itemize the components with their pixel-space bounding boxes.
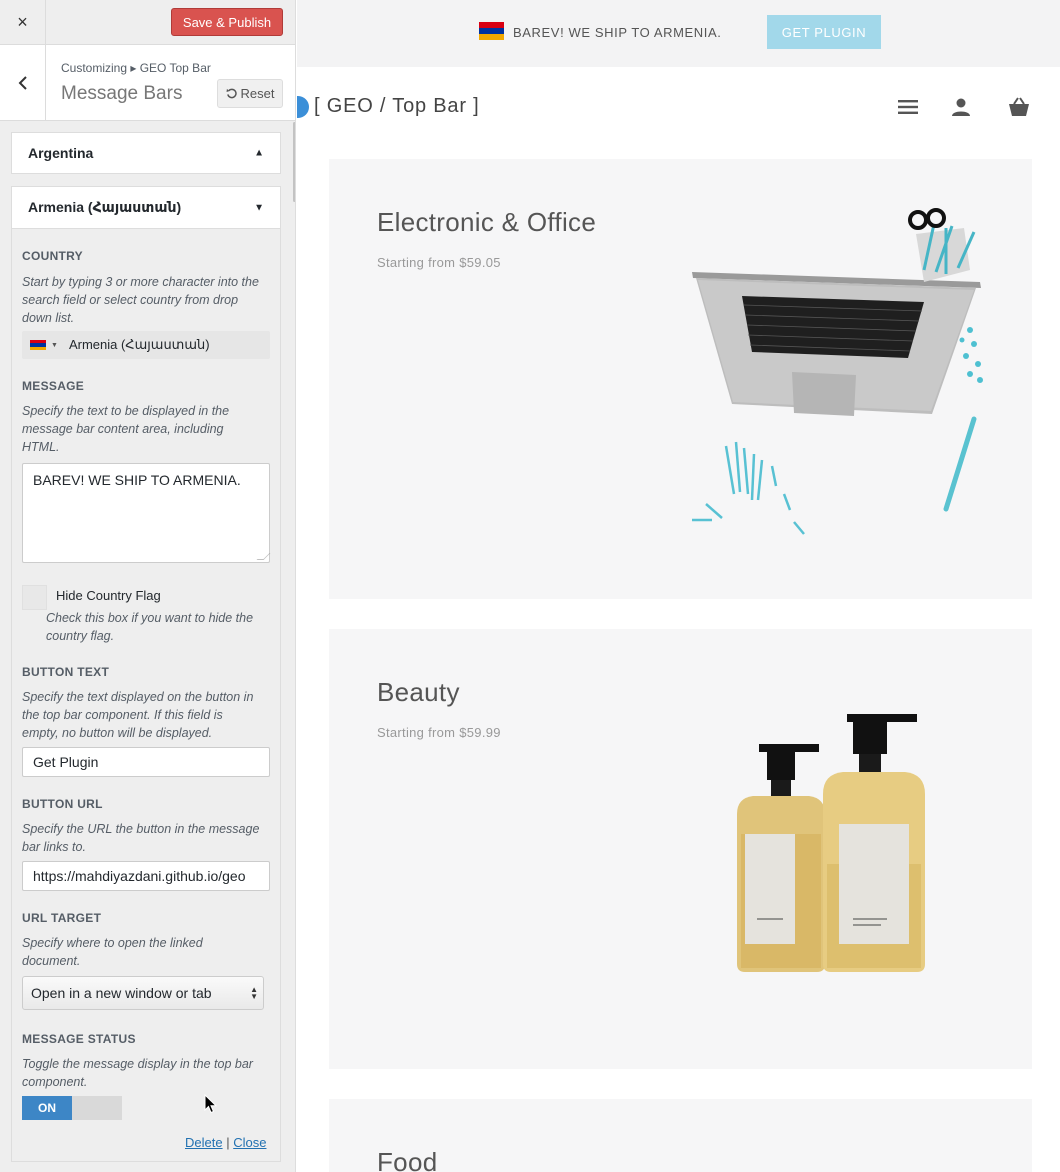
sidebar-scrollbar[interactable]	[293, 122, 295, 202]
accordion-title: Argentina	[28, 145, 94, 161]
button-url-value: https://mahdiyazdani.github.io/geo	[33, 868, 246, 884]
message-status-label: MESSAGE STATUS	[22, 1032, 136, 1046]
accordion-armenia[interactable]: Armenia (Հայաստան) ▼	[11, 186, 281, 229]
armenia-flag-icon	[30, 339, 46, 351]
card-title: Food	[377, 1147, 438, 1172]
accordion-actions: Delete | Close	[185, 1135, 266, 1150]
message-status-toggle[interactable]: ON	[22, 1096, 122, 1120]
caret-down-icon: ▼	[51, 341, 58, 349]
button-url-label: BUTTON URL	[22, 797, 103, 811]
toggle-on-label: ON	[22, 1096, 72, 1120]
basket-icon[interactable]	[1007, 95, 1031, 119]
country-select[interactable]: ▼ Armenia (Հայաստան)	[22, 331, 270, 359]
button-url-description: Specify the URL the button in the messag…	[22, 822, 260, 854]
category-card-beauty[interactable]: Beauty Starting from $59.99	[329, 629, 1032, 1069]
category-card-food[interactable]: Food	[329, 1099, 1032, 1172]
message-status-description: Toggle the message display in the top ba…	[22, 1057, 253, 1089]
country-value: Armenia (Հայաստան)	[68, 337, 210, 352]
armenia-flag-icon	[479, 22, 504, 40]
url-target-label: URL TARGET	[22, 911, 102, 925]
category-card-electronics[interactable]: Electronic & Office Starting from $59.05	[329, 159, 1032, 599]
button-text-label: BUTTON TEXT	[22, 665, 110, 679]
separator: |	[226, 1135, 230, 1150]
geo-top-bar: BAREV! WE SHIP TO ARMENIA. GET PLUGIN	[297, 0, 1060, 67]
close-icon: ×	[17, 12, 28, 32]
button-text-description: Specify the text displayed on the button…	[22, 690, 254, 740]
hide-flag-checkbox[interactable]	[22, 585, 47, 610]
top-bar-message: BAREV! WE SHIP TO ARMENIA.	[513, 25, 722, 40]
site-logo[interactable]	[297, 96, 309, 118]
laptop-desk-image	[692, 208, 983, 535]
save-publish-button[interactable]: Save & Publish	[171, 8, 283, 36]
hide-flag-description: Check this box if you want to hide the c…	[46, 611, 254, 643]
soap-bottles-image	[737, 714, 925, 972]
button-url-input[interactable]: https://mahdiyazdani.github.io/geo	[22, 861, 270, 891]
accordion-argentina[interactable]: Argentina ▲	[11, 132, 281, 174]
close-customizer-button[interactable]: ×	[0, 0, 46, 45]
hide-flag-label: Hide Country Flag	[56, 588, 161, 603]
close-link[interactable]: Close	[233, 1135, 266, 1150]
site-title[interactable]: [ GEO / Top Bar ]	[314, 95, 480, 118]
card-title: Beauty	[377, 677, 460, 707]
card-subtitle: Starting from $59.99	[377, 725, 501, 740]
triangle-up-icon: ▲	[254, 147, 264, 159]
reset-label: Reset	[240, 86, 275, 101]
message-description: Specify the text to be displayed in the …	[22, 404, 230, 454]
customizer-header: × Save & Publish	[0, 0, 295, 45]
message-value: BAREV! WE SHIP TO ARMENIA.	[33, 472, 241, 488]
url-target-select[interactable]: Open in a new window or tab ▲ ▼	[22, 976, 264, 1010]
section-header: Customizing ▸ GEO Top Bar Message Bars R…	[0, 45, 295, 121]
user-icon[interactable]	[949, 95, 973, 119]
delete-link[interactable]: Delete	[185, 1135, 223, 1150]
accordion-title: Armenia (Հայաստան)	[28, 199, 182, 215]
triangle-down-icon: ▼	[254, 202, 264, 213]
url-target-description: Specify where to open the linked documen…	[22, 936, 203, 968]
get-plugin-button[interactable]: GET PLUGIN	[767, 15, 881, 49]
country-description: Start by typing 3 or more character into…	[22, 275, 259, 325]
mouse-cursor-icon	[204, 1094, 218, 1114]
message-textarea[interactable]: BAREV! WE SHIP TO ARMENIA.	[22, 463, 271, 563]
message-label: MESSAGE	[22, 379, 85, 393]
card-subtitle: Starting from $59.05	[377, 255, 501, 270]
breadcrumb: Customizing ▸ GEO Top Bar	[61, 61, 211, 75]
card-title: Electronic & Office	[377, 207, 597, 237]
chevron-left-icon	[18, 76, 27, 90]
site-preview: BAREV! WE SHIP TO ARMENIA. GET PLUGIN [ …	[297, 0, 1060, 1172]
button-text-input[interactable]: Get Plugin	[22, 747, 270, 777]
back-button[interactable]	[0, 45, 46, 121]
menu-icon[interactable]	[896, 95, 920, 119]
undo-icon	[226, 88, 237, 99]
url-target-value: Open in a new window or tab	[31, 985, 212, 1001]
country-label: COUNTRY	[22, 249, 83, 263]
reset-button[interactable]: Reset	[217, 79, 283, 108]
select-arrows-icon: ▲ ▼	[250, 985, 258, 1001]
armenia-settings-panel: COUNTRY Start by typing 3 or more charac…	[11, 229, 281, 1162]
resize-grip-icon[interactable]	[256, 553, 271, 560]
customizer-sidebar: × Save & Publish Customizing ▸ GEO Top B…	[0, 0, 296, 1172]
section-title: Message Bars	[61, 83, 183, 104]
button-text-value: Get Plugin	[33, 754, 99, 770]
